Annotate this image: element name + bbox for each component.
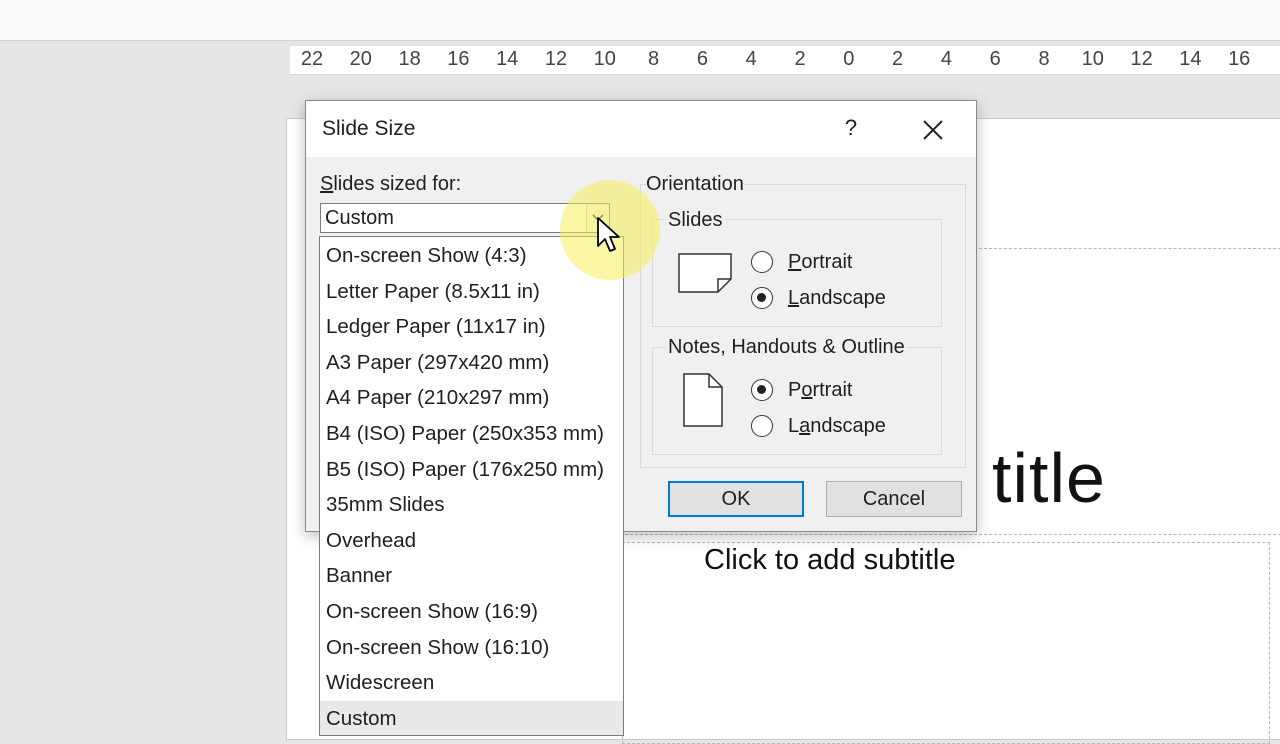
- combobox-value: Custom: [325, 207, 394, 229]
- slides-landscape-radio[interactable]: [751, 287, 773, 309]
- dropdown-option[interactable]: Banner: [326, 558, 392, 593]
- ruler-tick: 20: [349, 48, 372, 70]
- notes-landscape-radio[interactable]: [751, 415, 773, 437]
- ruler-tick: 8: [1038, 48, 1050, 70]
- slides-portrait-radio[interactable]: [751, 251, 773, 273]
- ruler-tick: 22: [300, 48, 324, 70]
- subtitle-placeholder-text: Click to add subtitle: [704, 544, 956, 576]
- dropdown-option[interactable]: B5 (ISO) Paper (176x250 mm): [326, 452, 604, 487]
- ruler-tick: 14: [496, 48, 519, 70]
- mouse-pointer-icon: [597, 217, 620, 252]
- ok-button[interactable]: OK: [668, 481, 804, 517]
- dropdown-option[interactable]: On-screen Show (16:10): [326, 630, 549, 665]
- ruler-tick: 4: [745, 48, 757, 70]
- dropdown-option[interactable]: Ledger Paper (11x17 in): [326, 309, 546, 344]
- help-button[interactable]: ?: [836, 113, 866, 143]
- ruler-tick: 12: [544, 48, 568, 70]
- slides-portrait-label[interactable]: Portrait: [788, 251, 852, 274]
- dropdown-option[interactable]: Letter Paper (8.5x11 in): [326, 274, 540, 309]
- slides-sized-for-label: Slides sized for:: [320, 173, 462, 195]
- ruler-tick: 0: [843, 48, 855, 70]
- close-button[interactable]: [916, 113, 950, 147]
- ruler-tick: 14: [1179, 48, 1202, 70]
- dropdown-option[interactable]: A3 Paper (297x420 mm): [326, 345, 549, 380]
- ruler-tick: 10: [1081, 48, 1104, 70]
- portrait-page-icon: [683, 373, 723, 427]
- ruler-tick: 8: [648, 48, 660, 70]
- ruler-tick: 16: [1228, 48, 1251, 70]
- landscape-page-icon: [678, 253, 732, 293]
- horizontal-ruler: 22 20 18 16 14 12 10 8 6 4 2 0 2 4 6 8 10 12 14 16: [290, 46, 1280, 75]
- ruler-tick: 16: [447, 48, 470, 70]
- ruler-tick: 2: [892, 48, 904, 70]
- dropdown-option[interactable]: On-screen Show (4:3): [326, 238, 527, 273]
- dropdown-option[interactable]: Widescreen: [326, 665, 434, 700]
- dropdown-option[interactable]: Custom: [320, 700, 623, 735]
- dialog-titlebar: Slide Size ?: [306, 101, 976, 157]
- close-icon: [923, 120, 943, 140]
- notes-portrait-radio[interactable]: [751, 379, 773, 401]
- notes-landscape-label[interactable]: Landscape: [788, 415, 886, 438]
- ruler-tick: 4: [940, 48, 952, 70]
- dropdown-option[interactable]: A4 Paper (210x297 mm): [326, 380, 549, 415]
- ruler-tick: 18: [398, 48, 421, 70]
- slides-landscape-label[interactable]: Landscape: [788, 287, 886, 310]
- ruler-tick: 6: [696, 48, 708, 70]
- slide-size-dropdown-list: On-screen Show (4:3) Letter Paper (8.5x11…: [319, 236, 624, 736]
- app-toolbar: [0, 0, 1280, 41]
- slides-group-label: Slides: [666, 209, 725, 232]
- ruler-tick: 12: [1130, 48, 1153, 70]
- dropdown-option[interactable]: On-screen Show (16:9): [326, 594, 538, 629]
- ruler-tick: 2: [794, 48, 806, 70]
- dropdown-option[interactable]: 35mm Slides: [326, 487, 445, 522]
- ruler-tick: 6: [989, 48, 1001, 70]
- notes-group-label: Notes, Handouts & Outline: [666, 336, 907, 359]
- dropdown-option[interactable]: Overhead: [326, 523, 416, 558]
- dialog-title: Slide Size: [322, 117, 416, 140]
- dropdown-option[interactable]: B4 (ISO) Paper (250x353 mm): [326, 416, 604, 451]
- notes-portrait-label[interactable]: Portrait: [788, 379, 852, 402]
- cancel-button[interactable]: Cancel: [826, 481, 962, 517]
- ruler-tick: 10: [593, 48, 616, 70]
- orientation-label: Orientation: [646, 173, 744, 196]
- title-placeholder-text: title: [992, 439, 1106, 517]
